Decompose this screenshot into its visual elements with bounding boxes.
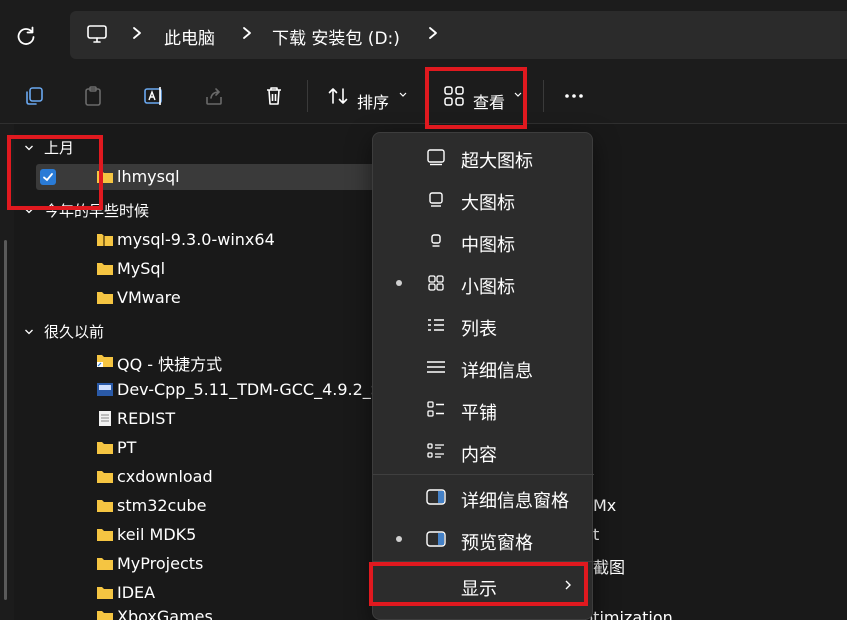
annotation-box [425,67,527,129]
folder-icon [97,292,113,304]
copy-icon[interactable] [23,85,45,107]
chevron-right-icon [243,27,251,39]
group-label: 很久以前 [44,323,105,341]
details-pane-icon [426,489,446,505]
folder-icon [97,471,113,483]
command-bar: 排序 查看 [0,66,847,124]
annotation-box [369,562,588,606]
right-column-item[interactable]: Mx [593,496,616,515]
file-name: keil MDK5 [117,525,197,544]
large-icons-icon [429,192,443,207]
selected-bullet [396,280,402,286]
file-name: cxdownload [117,467,213,486]
list-item[interactable]: REDIST [36,406,396,432]
list-item[interactable]: XboxGames [36,604,396,620]
file-name: IDEA [117,583,156,602]
breadcrumb-this-pc[interactable]: 此电脑 [164,24,215,49]
group-header-long-ago[interactable]: 很久以前 [24,321,104,342]
scrollbar[interactable] [4,240,7,600]
list-item[interactable]: MyProjects [36,551,396,577]
list-item[interactable]: stm32cube [36,493,396,519]
chevron-down-icon [25,329,33,334]
chevron-right-icon [133,27,141,39]
menu-item-list[interactable]: 列表 [373,305,594,345]
menu-item-details[interactable]: 详细信息 [373,347,594,387]
menu-item-large-icons[interactable]: 大图标 [373,179,594,219]
share-icon[interactable] [203,85,225,107]
chevron-down-icon [399,92,407,97]
file-name: VMware [117,288,181,307]
rename-icon[interactable] [143,85,165,107]
menu-item-medium-icons[interactable]: 中图标 [373,221,594,261]
sort-button[interactable]: 排序 [357,89,389,113]
folder-icon [97,529,113,541]
address-row: 此电脑 下载 安装包 (D:) [0,0,847,66]
file-name: lhmysql [117,167,180,186]
annotation-box [7,135,103,210]
small-icons-icon [428,275,444,291]
folder-icon [97,611,113,620]
dev-cpp-app-icon [97,383,113,396]
details-icon [427,361,445,373]
folder-icon [97,558,113,570]
file-name: stm32cube [117,496,207,515]
zip-folder-icon [97,234,113,246]
list-item[interactable]: keil MDK5 [36,522,396,548]
list-item[interactable]: Dev-Cpp_5.11_TDM-GCC_4.9.2_Se [36,377,396,403]
toolbar-divider [307,80,308,112]
menu-item-small-icons[interactable]: 小图标 [373,263,594,303]
file-name: REDIST [117,409,176,428]
list-item[interactable]: mysql-9.3.0-winx64 [36,227,396,253]
folder-icon [97,587,113,599]
list-item[interactable]: QQ - 快捷方式 [36,348,396,374]
folder-icon [97,442,113,454]
file-name: XboxGames [117,607,213,620]
folder-icon [97,500,113,512]
extra-large-icons-icon [427,149,445,166]
chevron-right-icon[interactable] [426,25,440,41]
menu-item-content[interactable]: 内容 [373,431,594,471]
list-icon [428,319,444,331]
file-name: MyProjects [117,554,204,573]
toolbar-divider [543,80,544,112]
more-options-icon[interactable] [563,85,585,107]
file-name: PT [117,438,137,457]
list-item[interactable]: IDEA [36,580,396,606]
list-item[interactable]: MySql [36,256,396,282]
file-name: MySql [117,259,166,278]
menu-item-details-pane[interactable]: 详细信息窗格 [373,477,594,517]
sort-icon[interactable] [327,85,349,107]
right-column-item[interactable]: 截图 [593,554,625,578]
preview-pane-icon [426,531,446,547]
shortcut-folder-icon [97,355,113,367]
monitor-icon[interactable] [86,24,108,44]
selected-bullet [396,536,402,542]
list-item[interactable]: PT [36,435,396,461]
menu-separator [373,474,594,475]
menu-item-preview-pane[interactable]: 预览窗格 [373,519,594,559]
text-file-icon [99,411,111,426]
content-icon [427,443,444,458]
file-name: mysql-9.3.0-winx64 [117,230,275,249]
breadcrumb-drive-d[interactable]: 下载 安装包 (D:) [272,24,400,49]
list-item[interactable]: VMware [36,285,396,311]
refresh-icon[interactable] [14,24,38,48]
medium-icons-icon [431,234,441,247]
tiles-icon [427,401,444,417]
paste-icon[interactable] [82,85,104,107]
menu-item-extra-large-icons[interactable]: 超大图标 [373,137,594,177]
menu-item-tiles[interactable]: 平铺 [373,389,594,429]
delete-icon[interactable] [263,85,285,107]
folder-icon [97,263,113,275]
file-name: Dev-Cpp_5.11_TDM-GCC_4.9.2_Se [117,380,391,399]
list-item[interactable]: cxdownload [36,464,396,490]
view-menu: 超大图标 大图标 中图标 小图标 列表 详细信息 平铺 内容 详细信息窗格 预览… [372,132,594,620]
file-name: QQ - 快捷方式 [117,355,223,374]
